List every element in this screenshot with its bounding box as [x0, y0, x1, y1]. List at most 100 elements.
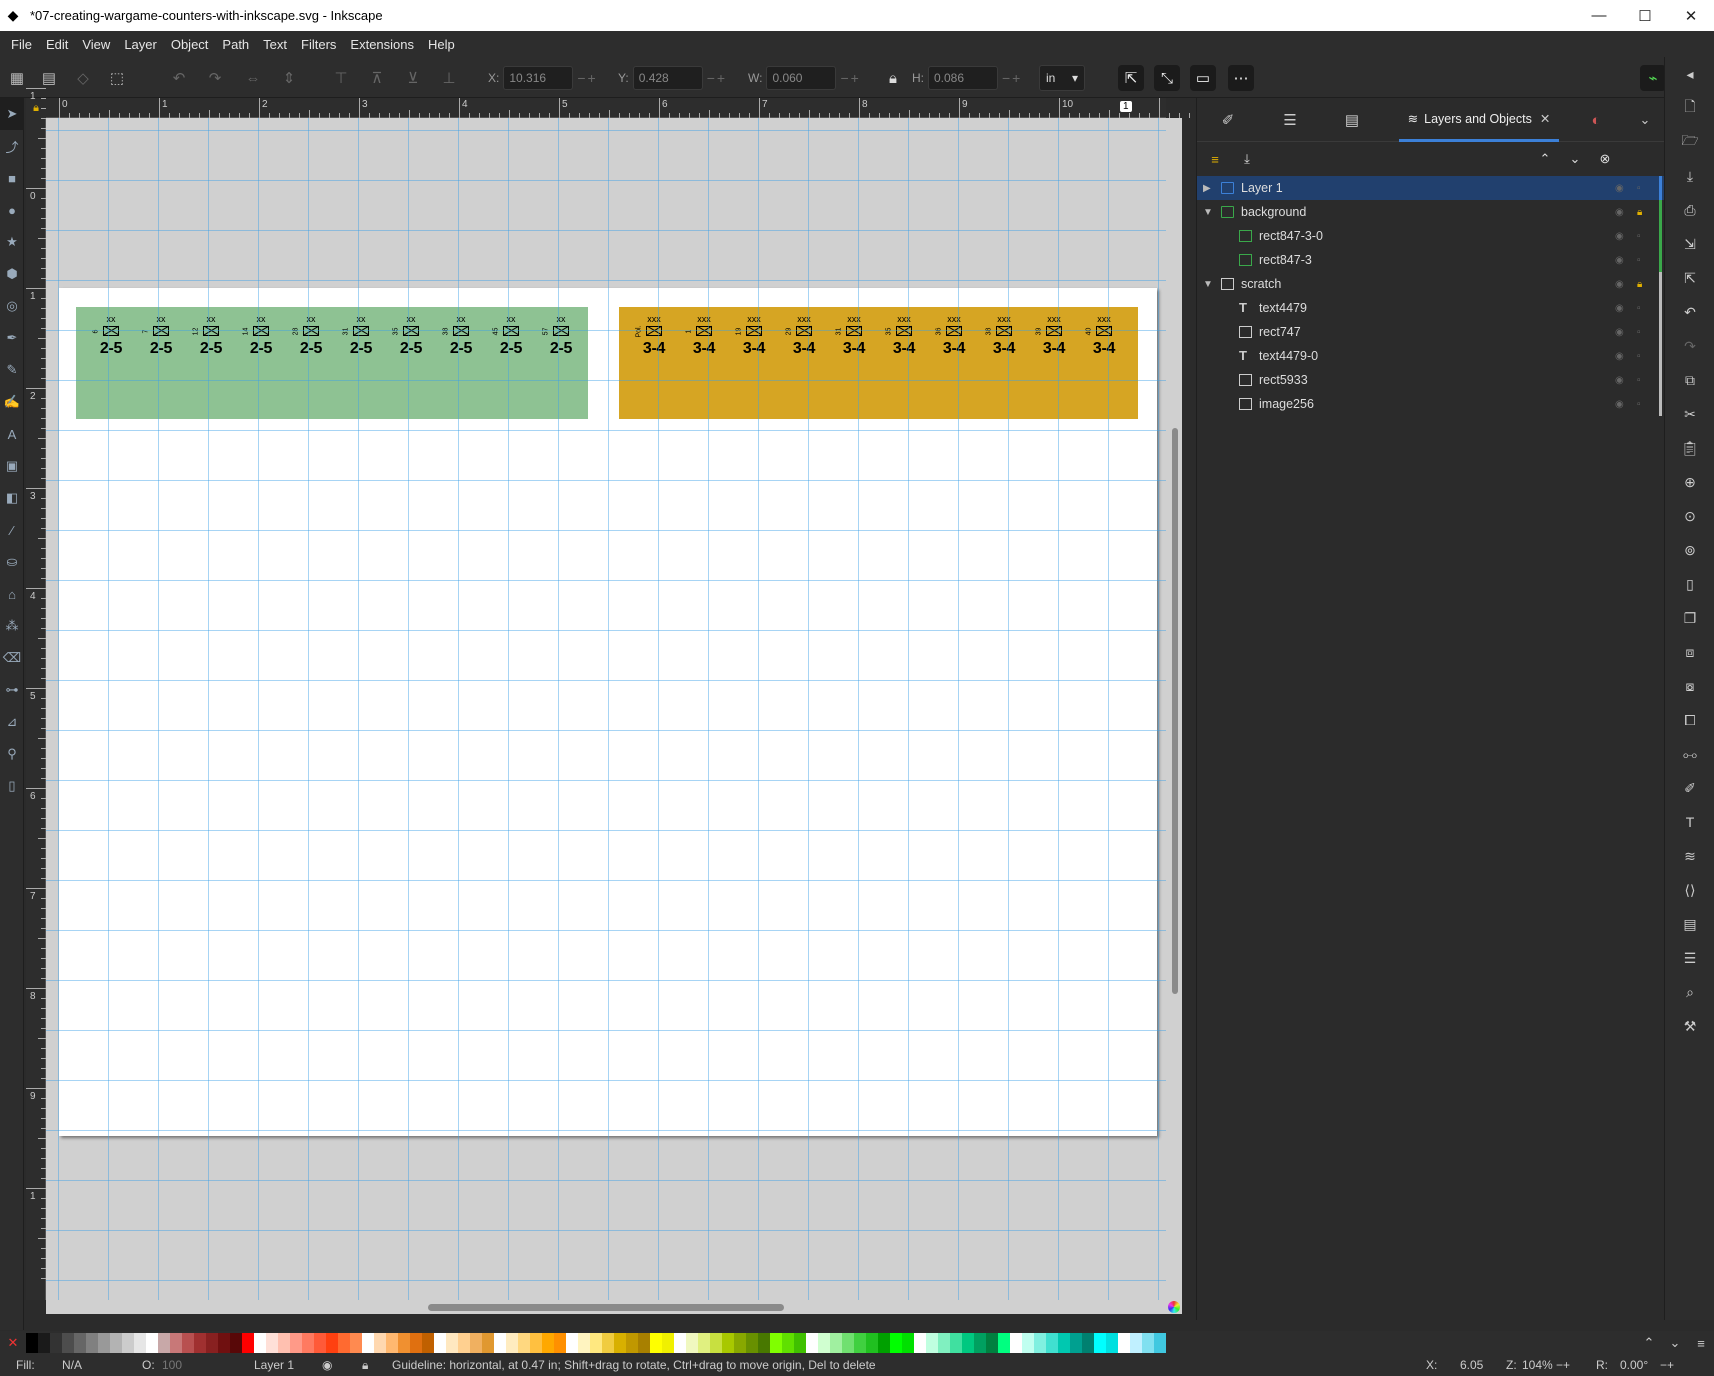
unit-counter[interactable]: xxx 35 3-4	[879, 307, 929, 419]
vertical-ruler[interactable]: 1 0 1 2 3 4 5 6 7 8 9 1	[26, 88, 46, 1300]
pencil-tool-icon[interactable]: ✎	[0, 354, 24, 386]
visibility-icon[interactable]: ◉	[1615, 207, 1624, 218]
w-input[interactable]: 0.060	[766, 66, 837, 90]
measure-tool-icon[interactable]: ⊿	[0, 706, 24, 738]
color-swatch[interactable]	[734, 1333, 746, 1353]
color-swatch[interactable]	[1106, 1333, 1118, 1353]
color-swatch[interactable]	[374, 1333, 386, 1353]
connector-tool-icon[interactable]: ⊶	[0, 674, 24, 706]
visibility-icon[interactable]: ◉	[1615, 183, 1624, 194]
layer-row-rect747[interactable]: rect747 ◉ ▫	[1197, 320, 1665, 344]
move-down-icon[interactable]: ⌄	[1563, 148, 1587, 170]
color-swatch[interactable]	[1046, 1333, 1058, 1353]
horizontal-scrollbar[interactable]	[46, 1300, 1166, 1314]
color-swatch[interactable]	[650, 1333, 662, 1353]
color-swatch[interactable]	[434, 1333, 446, 1353]
rotation-value[interactable]: 0.00°	[1620, 1358, 1648, 1372]
cut-icon[interactable]: ✂	[1665, 397, 1714, 431]
unit-counter[interactable]: xxx 40 3-4	[1079, 307, 1129, 419]
add-layer-icon[interactable]: ≡	[1203, 148, 1227, 170]
color-swatch[interactable]	[1142, 1333, 1154, 1353]
color-swatch[interactable]	[314, 1333, 326, 1353]
unit-counter[interactable]: xx 38 2-5	[436, 307, 486, 419]
visibility-icon[interactable]: ◉	[1615, 255, 1624, 266]
horizontal-ruler[interactable]: 0 1 2 3 4 5 6 7 8 9 10 1	[46, 98, 1250, 118]
tab-swatches[interactable]: ◐	[1565, 98, 1627, 142]
canvas[interactable]: xx 6 2-5 xx 7 2-5 xx 12 2-5 xx 14 2-5 xx 28 2-5 xx 31 2-5…	[46, 118, 1166, 1300]
lock-icon[interactable]: ▫	[1637, 255, 1641, 266]
rotation-stepper[interactable]: −+	[1660, 1358, 1674, 1372]
color-swatch[interactable]	[590, 1333, 602, 1353]
lock-icon[interactable]: 🔒︎	[1637, 279, 1642, 290]
tab-document[interactable]: ▤	[1321, 98, 1383, 142]
flip-vertical-icon[interactable]: ⇕	[276, 65, 302, 91]
menu-text[interactable]: Text	[256, 37, 294, 52]
color-swatch[interactable]	[902, 1333, 914, 1353]
redo-icon[interactable]: ↷	[1665, 329, 1714, 363]
color-swatch[interactable]	[950, 1333, 962, 1353]
x-input[interactable]: 10.316	[503, 66, 574, 90]
lock-icon[interactable]: ▫	[1637, 303, 1641, 314]
ungroup-icon[interactable]: ⧟	[1665, 737, 1714, 771]
color-swatch[interactable]	[518, 1333, 530, 1353]
color-swatch[interactable]	[698, 1333, 710, 1353]
palette-scroll-up-icon[interactable]: ⌃	[1636, 1331, 1662, 1355]
selector-tool-icon[interactable]: ➤	[0, 98, 24, 130]
menu-object[interactable]: Object	[164, 37, 216, 52]
scale-stroke-icon[interactable]: ⇱	[1118, 65, 1144, 91]
color-swatch[interactable]	[302, 1333, 314, 1353]
color-swatch[interactable]	[74, 1333, 86, 1353]
color-swatch[interactable]	[854, 1333, 866, 1353]
vertical-scrollbar[interactable]	[1166, 118, 1182, 1300]
color-swatch[interactable]	[722, 1333, 734, 1353]
import-icon[interactable]: ⇲	[1665, 227, 1714, 261]
w-stepper[interactable]: −+	[840, 70, 860, 86]
mesh-tool-icon[interactable]: ▣	[0, 450, 24, 482]
fill-stroke-dialog-icon[interactable]: ✐	[1665, 771, 1714, 805]
color-swatch[interactable]	[1034, 1333, 1046, 1353]
visibility-icon[interactable]: ◉	[1615, 231, 1624, 242]
unit-counter[interactable]: xx 6 2-5	[86, 307, 136, 419]
color-swatch[interactable]	[338, 1333, 350, 1353]
rectangle-tool-icon[interactable]: ■	[0, 162, 24, 194]
visibility-icon[interactable]: ◉	[1615, 399, 1624, 410]
color-swatch[interactable]	[926, 1333, 938, 1353]
star-tool-icon[interactable]: ★	[0, 226, 24, 258]
layer-row-background[interactable]: ▼ background ◉ 🔒︎	[1197, 200, 1665, 224]
color-swatch[interactable]	[194, 1333, 206, 1353]
color-swatch[interactable]	[602, 1333, 614, 1353]
deselect-icon[interactable]: ◇	[70, 65, 96, 91]
undo-icon[interactable]: ↶	[1665, 295, 1714, 329]
color-swatch[interactable]	[326, 1333, 338, 1353]
spray-tool-icon[interactable]: ⁂	[0, 610, 24, 642]
lock-icon[interactable]: ▫	[1637, 375, 1641, 386]
lock-icon[interactable]: ▫	[1637, 351, 1641, 362]
copy-icon[interactable]: ⧉	[1665, 363, 1714, 397]
color-swatch[interactable]	[566, 1333, 578, 1353]
color-swatch[interactable]	[686, 1333, 698, 1353]
lock-icon[interactable]: ▫	[1637, 399, 1641, 410]
visibility-icon[interactable]: ◉	[1615, 375, 1624, 386]
color-swatch[interactable]	[122, 1333, 134, 1353]
tweak-tool-icon[interactable]: ⌂	[0, 578, 24, 610]
color-swatch[interactable]	[662, 1333, 674, 1353]
gold-counter-strip[interactable]: xxx Pol. 3-4 xxx 1 3-4 xxx 19 3-4 xxx 29 3-4 xxx 31 3-…	[619, 307, 1138, 419]
color-swatch[interactable]	[1130, 1333, 1142, 1353]
scale-radii-icon[interactable]: ⤡	[1154, 65, 1180, 91]
color-swatch[interactable]	[758, 1333, 770, 1353]
unlink-clone-icon[interactable]: ⧇	[1665, 669, 1714, 703]
maximize-button[interactable]: ☐	[1622, 0, 1668, 31]
color-swatch[interactable]	[806, 1333, 818, 1353]
preferences-icon[interactable]: ⚒	[1665, 1009, 1714, 1043]
color-swatch[interactable]	[1058, 1333, 1070, 1353]
layer-row-layer-1[interactable]: ▶ Layer 1 ◉ ▫	[1197, 176, 1665, 200]
lower-to-bottom-icon[interactable]: ⊥	[436, 65, 462, 91]
color-swatch[interactable]	[782, 1333, 794, 1353]
layer-row-rect5933[interactable]: rect5933 ◉ ▫	[1197, 368, 1665, 392]
color-swatch[interactable]	[542, 1333, 554, 1353]
layers-dialog-icon[interactable]: ≋	[1665, 839, 1714, 873]
clone-icon[interactable]: ⧈	[1665, 635, 1714, 669]
layer-row-text4479[interactable]: Ttext4479 ◉ ▫	[1197, 296, 1665, 320]
calligraphy-tool-icon[interactable]: ✍	[0, 386, 24, 418]
color-swatch[interactable]	[26, 1333, 38, 1353]
